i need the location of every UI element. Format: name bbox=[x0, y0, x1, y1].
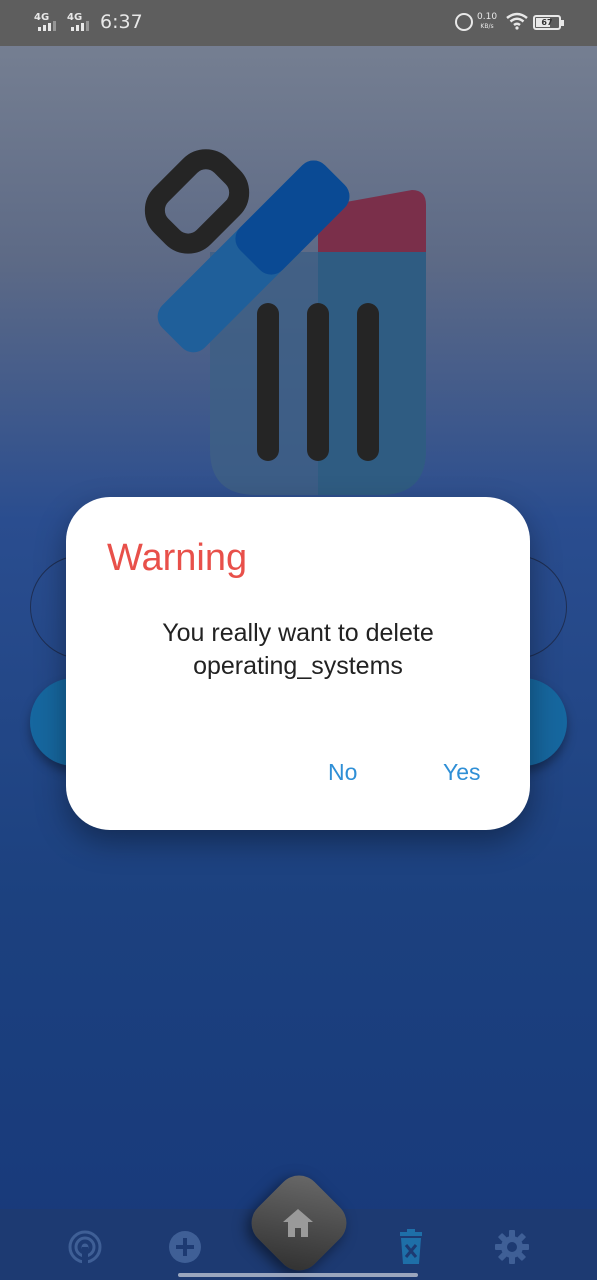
gear-icon[interactable] bbox=[494, 1229, 530, 1265]
dialog-message-line2: operating_systems bbox=[193, 652, 403, 680]
status-bar: 4G 4G 6:37 0.10 KB/s 67 bbox=[0, 0, 597, 46]
sim1-signal-icon: 4G bbox=[34, 12, 56, 31]
status-time: 6:37 bbox=[100, 11, 143, 33]
battery-icon: 67 bbox=[533, 15, 564, 30]
broadcast-icon[interactable] bbox=[67, 1229, 103, 1265]
warning-dialog: Warning You really want to delete operat… bbox=[66, 497, 530, 830]
dialog-message-line1: You really want to delete bbox=[162, 619, 434, 647]
alarm-icon bbox=[455, 13, 473, 31]
dialog-message: You really want to delete operating_syst… bbox=[66, 617, 530, 683]
battery-level: 67 bbox=[541, 18, 553, 27]
net-speed-value: 0.10 bbox=[477, 12, 498, 22]
trash-can-open-lid-icon bbox=[144, 149, 426, 495]
wifi-icon bbox=[506, 12, 528, 30]
sim2-signal-icon: 4G bbox=[67, 12, 89, 31]
yes-button[interactable]: Yes bbox=[443, 759, 481, 786]
home-icon bbox=[283, 1209, 313, 1237]
trash-x-icon[interactable] bbox=[393, 1229, 429, 1265]
net-speed: 0.10 KB/s bbox=[477, 12, 497, 32]
gesture-bar bbox=[178, 1273, 418, 1277]
no-button[interactable]: No bbox=[328, 759, 357, 786]
dialog-title: Warning bbox=[107, 537, 248, 579]
net-speed-unit: KB/s bbox=[480, 23, 494, 30]
add-circle-icon[interactable] bbox=[167, 1229, 203, 1265]
